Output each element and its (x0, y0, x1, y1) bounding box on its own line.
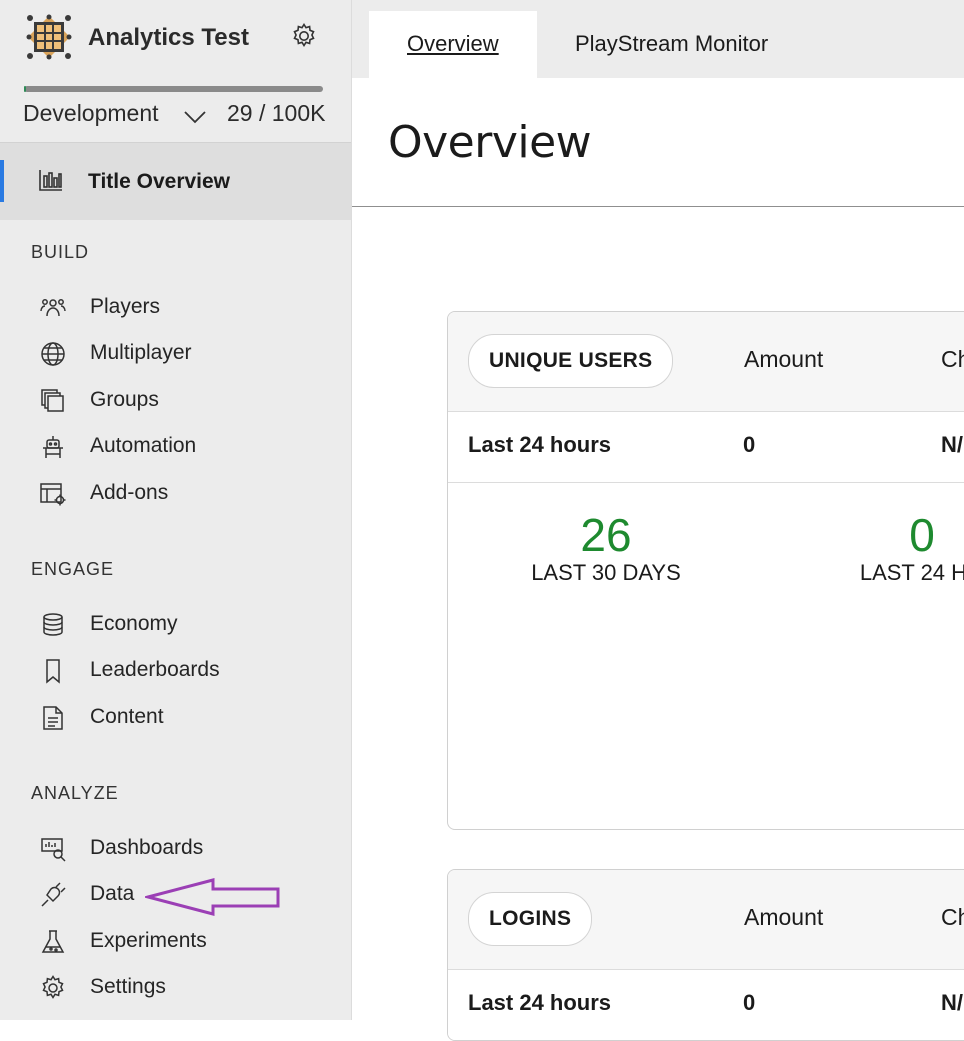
sidebar-item-title-overview[interactable]: Title Overview (0, 143, 351, 220)
sidebar-item-label: Automation (90, 434, 197, 457)
document-icon (39, 704, 67, 732)
sidebar-item-label: Content (90, 705, 164, 728)
row-label: Last 24 hours (468, 432, 612, 457)
stat-value: 26 (580, 509, 632, 561)
tab-label: Overview (407, 31, 499, 56)
sidebar-item-label: Add-ons (90, 481, 169, 504)
bar-chart-icon (38, 167, 64, 193)
page-title: Overview (388, 117, 592, 168)
column-header-change: Ch (941, 904, 964, 930)
column-header-change: Ch (941, 346, 964, 372)
robot-icon (39, 433, 67, 461)
stat-last-30-days: 26 LAST 30 DAYS (506, 510, 706, 586)
section-title-analyze: ANALYZE (31, 783, 119, 803)
stat-caption: LAST 30 DAYS (531, 560, 681, 585)
row-change: N/ (941, 990, 963, 1015)
sidebar-item-economy[interactable]: Economy (0, 602, 351, 646)
card-header: UNIQUE USERS Amount Ch (448, 312, 964, 412)
section-title-engage: ENGAGE (31, 559, 115, 579)
flask-icon (39, 928, 67, 956)
dashboard-icon (39, 835, 67, 863)
bookmark-icon (39, 657, 67, 685)
sidebar-item-content[interactable]: Content (0, 695, 351, 739)
sidebar-item-settings[interactable]: Settings (0, 965, 351, 1009)
sidebar-item-label: Title Overview (88, 170, 231, 193)
players-icon (39, 294, 67, 322)
sidebar-item-label: Leaderboards (90, 658, 220, 681)
card-header: LOGINS Amount Ch (448, 870, 964, 970)
annotation-arrow (145, 878, 280, 916)
plug-icon (39, 881, 67, 909)
sidebar-item-multiplayer[interactable]: Multiplayer (0, 331, 351, 375)
tab-playstream-monitor[interactable]: PlayStream Monitor (575, 31, 768, 57)
column-header-amount: Amount (744, 346, 824, 372)
chevron-down-icon[interactable] (182, 106, 208, 126)
coins-icon (39, 611, 67, 639)
title-logo[interactable] (26, 14, 72, 60)
stat-value: 0 (909, 509, 935, 561)
quota-progress-fill (24, 86, 27, 92)
sidebar-item-label: Data (90, 882, 135, 905)
active-indicator (0, 160, 4, 202)
unique-users-pill-button[interactable]: UNIQUE USERS (468, 334, 674, 388)
sidebar-item-automation[interactable]: Automation (0, 424, 351, 468)
unique-users-card: UNIQUE USERS Amount Ch Last 24 hours 0 N… (447, 311, 964, 830)
player-quota-count: 29 / 100K (227, 100, 326, 126)
sidebar-item-label: Experiments (90, 929, 207, 952)
logins-pill-button[interactable]: LOGINS (468, 892, 593, 946)
sidebar-item-label: Settings (90, 975, 166, 998)
quota-progress-bar (24, 86, 323, 92)
title-name[interactable]: Analytics Test (88, 24, 249, 52)
row-amount: 0 (743, 990, 756, 1015)
groups-icon (39, 387, 67, 415)
sidebar-item-label: Groups (90, 388, 159, 411)
logins-card: LOGINS Amount Ch Last 24 hours 0 N/ (447, 869, 964, 1041)
sidebar-item-dashboards[interactable]: Dashboards (0, 826, 351, 870)
environment-selector[interactable]: Development (23, 100, 159, 127)
tab-overview[interactable]: Overview (369, 11, 537, 79)
gear-icon (39, 974, 67, 1002)
row-label: Last 24 hours (468, 990, 612, 1015)
column-header-amount: Amount (744, 904, 824, 930)
divider (352, 206, 964, 207)
sidebar-item-players[interactable]: Players (0, 285, 351, 329)
sidebar-item-leaderboards[interactable]: Leaderboards (0, 648, 351, 692)
table-row: Last 24 hours 0 N/ (448, 412, 964, 483)
row-amount: 0 (743, 432, 756, 457)
sidebar-item-label: Multiplayer (90, 341, 192, 364)
sidebar-item-groups[interactable]: Groups (0, 378, 351, 422)
section-title-build: BUILD (31, 242, 90, 262)
row-change: N/ (941, 432, 963, 457)
sidebar-item-label: Economy (90, 612, 178, 635)
table-row: Last 24 hours 0 N/ (448, 970, 964, 1040)
sidebar-item-add-ons[interactable]: Add-ons (0, 471, 351, 515)
sidebar-item-experiments[interactable]: Experiments (0, 919, 351, 963)
stat-caption: LAST 24 HO (859, 560, 964, 585)
sidebar-item-label: Dashboards (90, 836, 204, 859)
title-settings-gear-icon[interactable] (290, 22, 318, 50)
sidebar: Analytics Test Development 29 / 100K Tit… (0, 0, 352, 1020)
sidebar-item-label: Players (90, 295, 161, 318)
stat-last-24-hours: 0 LAST 24 HO (822, 510, 964, 586)
globe-icon (39, 340, 67, 368)
addons-icon (39, 480, 67, 508)
